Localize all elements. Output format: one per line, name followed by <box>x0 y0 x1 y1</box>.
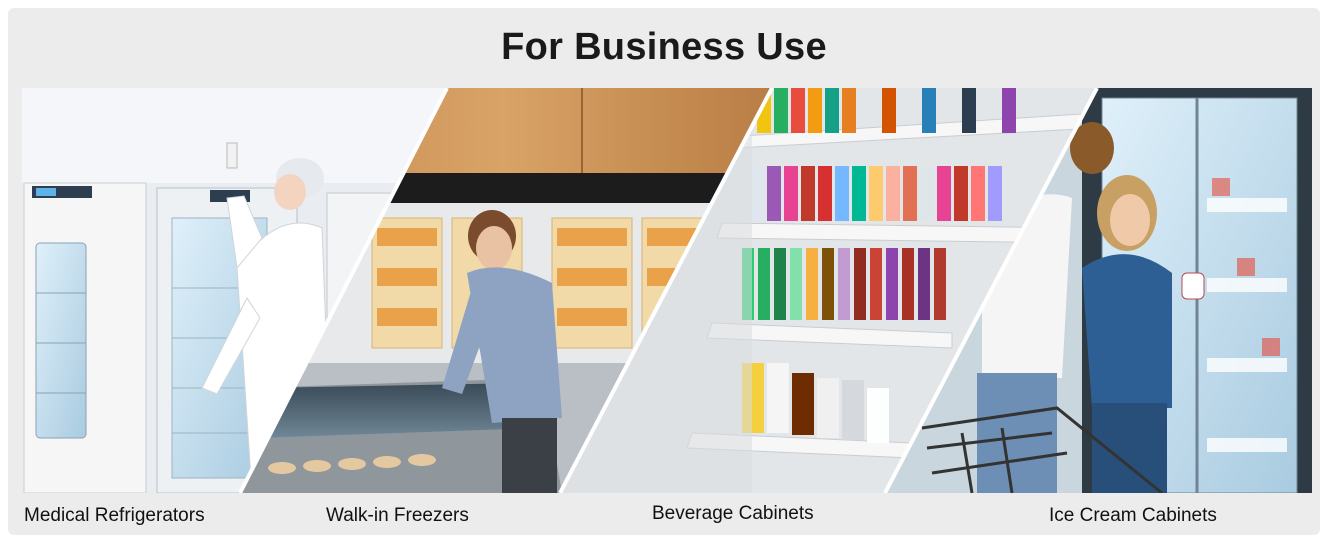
caption-walk-in-freezers: Walk-in Freezers <box>326 505 469 526</box>
caption-ice-cream-cabinets: Ice Cream Cabinets <box>1049 505 1217 526</box>
caption-medical-refrigerators: Medical Refrigerators <box>24 505 205 526</box>
page-title: For Business Use <box>501 26 827 68</box>
caption-beverage-cabinets: Beverage Cabinets <box>652 503 814 524</box>
category-banner <box>22 88 1312 493</box>
